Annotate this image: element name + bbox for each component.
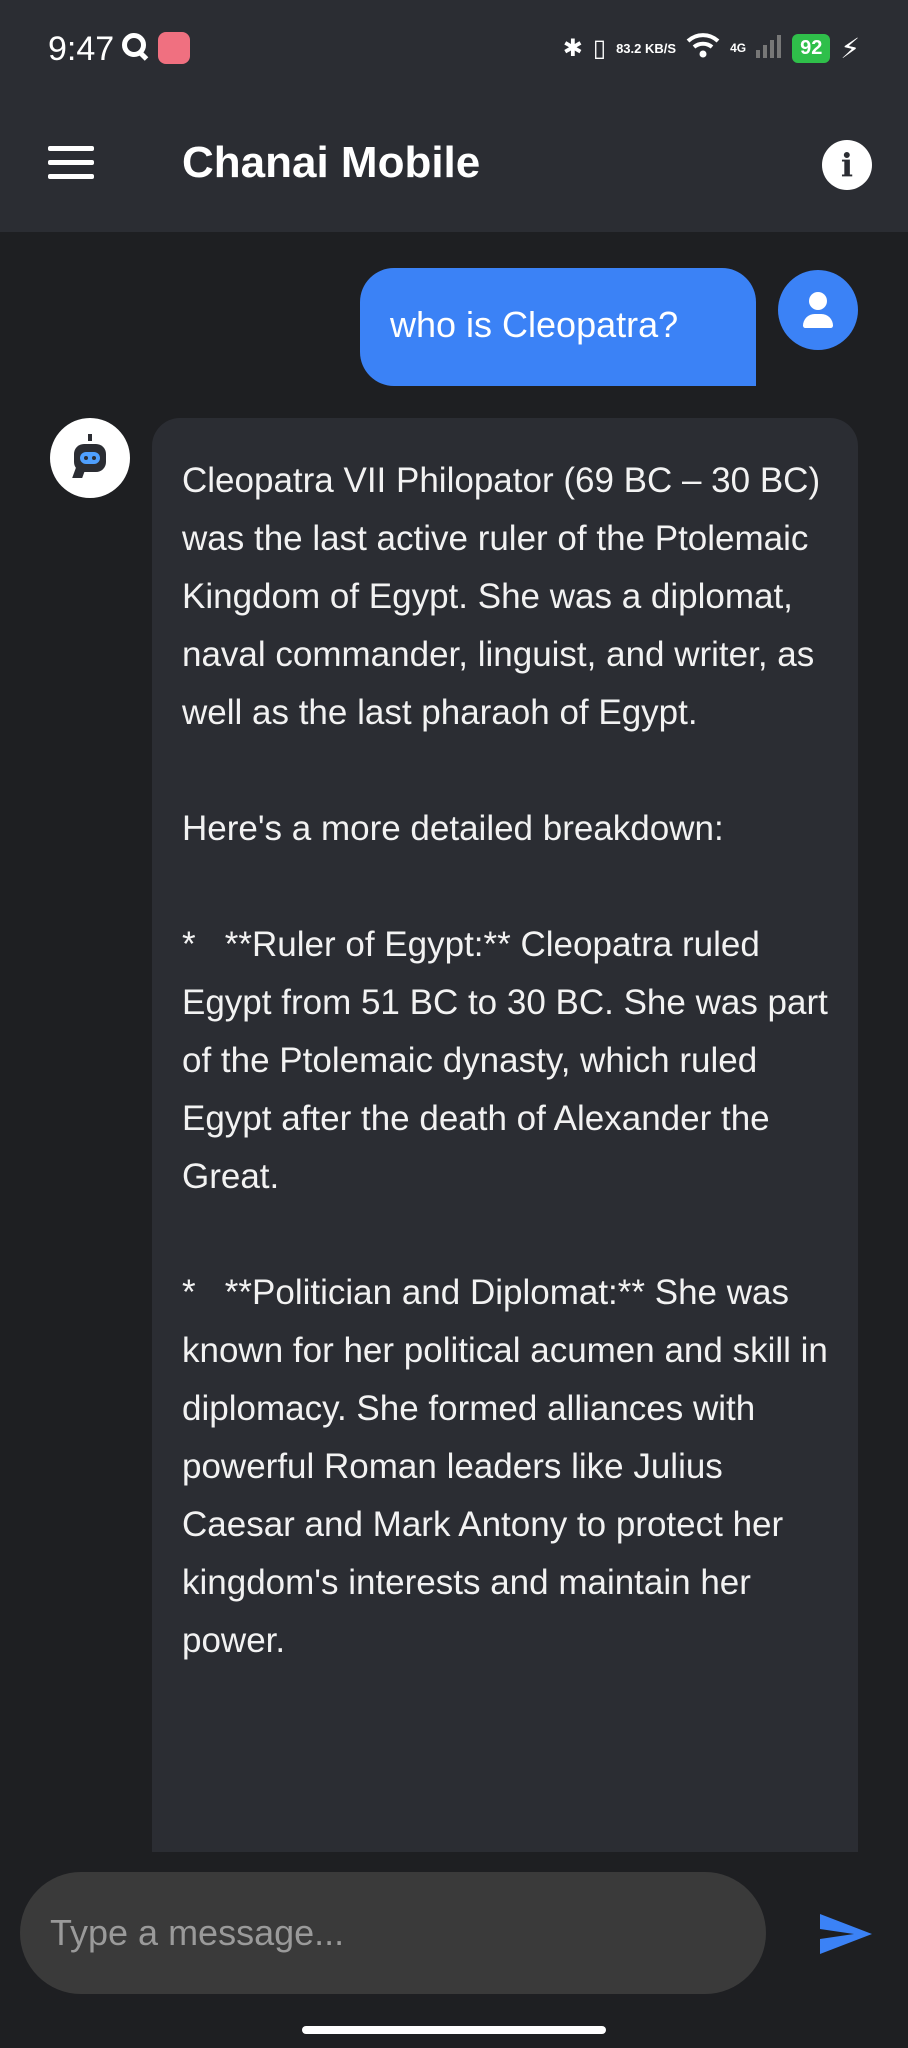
app-notification-icon [158,32,190,64]
bot-avatar-icon [50,418,130,498]
message-composer [0,1852,908,2048]
app-bar: Chanai Mobile i [0,98,908,232]
send-icon[interactable] [818,1910,874,1958]
charging-icon: ⚡ [840,32,860,64]
cellular-label: 4G [730,41,747,55]
wifi-icon [686,31,720,66]
home-indicator[interactable] [302,2026,606,2034]
chat-messages[interactable]: who is Cleopatra? Cleopatra VII Philopat… [0,232,908,1852]
status-bar: 9:47 ✱ ▯ 83.2 KB/S 4G 92 ⚡ [0,0,908,98]
search-notification-icon [122,33,146,57]
battery-level: 92 [792,33,831,63]
status-time: 9:47 [48,30,115,68]
signal-icon [756,34,782,63]
app-title: Chanai Mobile [182,138,481,187]
user-message: who is Cleopatra? [360,268,756,386]
vibrate-icon: ▯ [592,34,607,62]
bluetooth-icon: ✱ [562,34,583,62]
menu-icon[interactable] [48,146,94,184]
status-icons: ✱ ▯ 83.2 KB/S 4G 92 ⚡ [563,28,860,68]
network-speed: 83.2 KB/S [616,40,677,56]
message-input[interactable] [20,1872,766,1994]
user-avatar-icon [778,270,858,350]
bot-message: Cleopatra VII Philopator (69 BC – 30 BC)… [152,418,858,1852]
info-icon[interactable]: i [822,140,872,190]
